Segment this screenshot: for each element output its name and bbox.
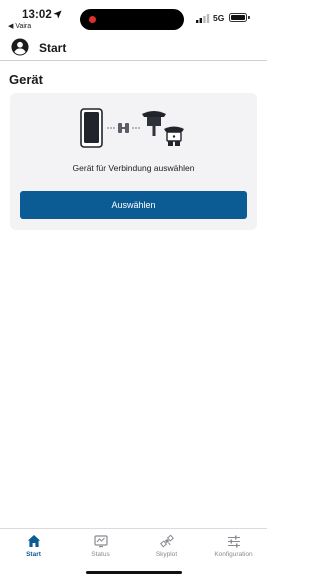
tab-start[interactable]: Start <box>0 532 67 564</box>
back-to-app-link[interactable]: ◀ Vaira <box>8 22 31 30</box>
recording-indicator <box>89 16 96 23</box>
satellite-icon <box>159 534 174 548</box>
battery-tip <box>248 16 250 19</box>
page-title: Start <box>39 41 67 55</box>
dotted-line-right <box>132 127 140 129</box>
select-device-button[interactable]: Auswählen <box>20 191 247 219</box>
home-icon <box>27 535 40 547</box>
tab-label: Konfiguration <box>214 551 253 558</box>
phone-icon <box>80 108 103 148</box>
sliders-icon <box>227 535 240 548</box>
tab-label: Start <box>26 551 41 558</box>
tab-label: Status <box>91 551 110 558</box>
gnss-receiver-small-icon <box>164 126 184 146</box>
status-monitor-icon <box>93 535 108 548</box>
battery-icon <box>229 13 247 22</box>
card-message: Gerät für Verbindung auswählen <box>72 163 195 173</box>
section-title: Gerät <box>9 72 43 87</box>
dynamic-island <box>80 9 184 30</box>
device-card: Gerät für Verbindung auswählen Auswählen <box>10 93 257 230</box>
status-time: 13:02 <box>22 9 52 21</box>
location-arrow-icon <box>53 10 62 19</box>
network-type: 5G <box>213 13 225 23</box>
profile-icon[interactable] <box>11 38 29 56</box>
tab-label: Skyplot <box>155 551 178 558</box>
dotted-line-left <box>107 127 115 129</box>
gnss-receiver-icon <box>142 111 166 136</box>
status-bar: 13:02 ◀ Vaira 5G <box>0 0 267 34</box>
device-connection-illustration <box>80 108 184 148</box>
tab-status[interactable]: Status <box>67 532 134 564</box>
app-header: Start <box>0 34 267 61</box>
tab-skyplot[interactable]: Skyplot <box>133 532 200 564</box>
signal-bars-icon <box>196 14 210 23</box>
connection-icon <box>118 123 129 133</box>
home-indicator <box>86 571 182 574</box>
tab-konfiguration[interactable]: Konfiguration <box>200 532 267 564</box>
